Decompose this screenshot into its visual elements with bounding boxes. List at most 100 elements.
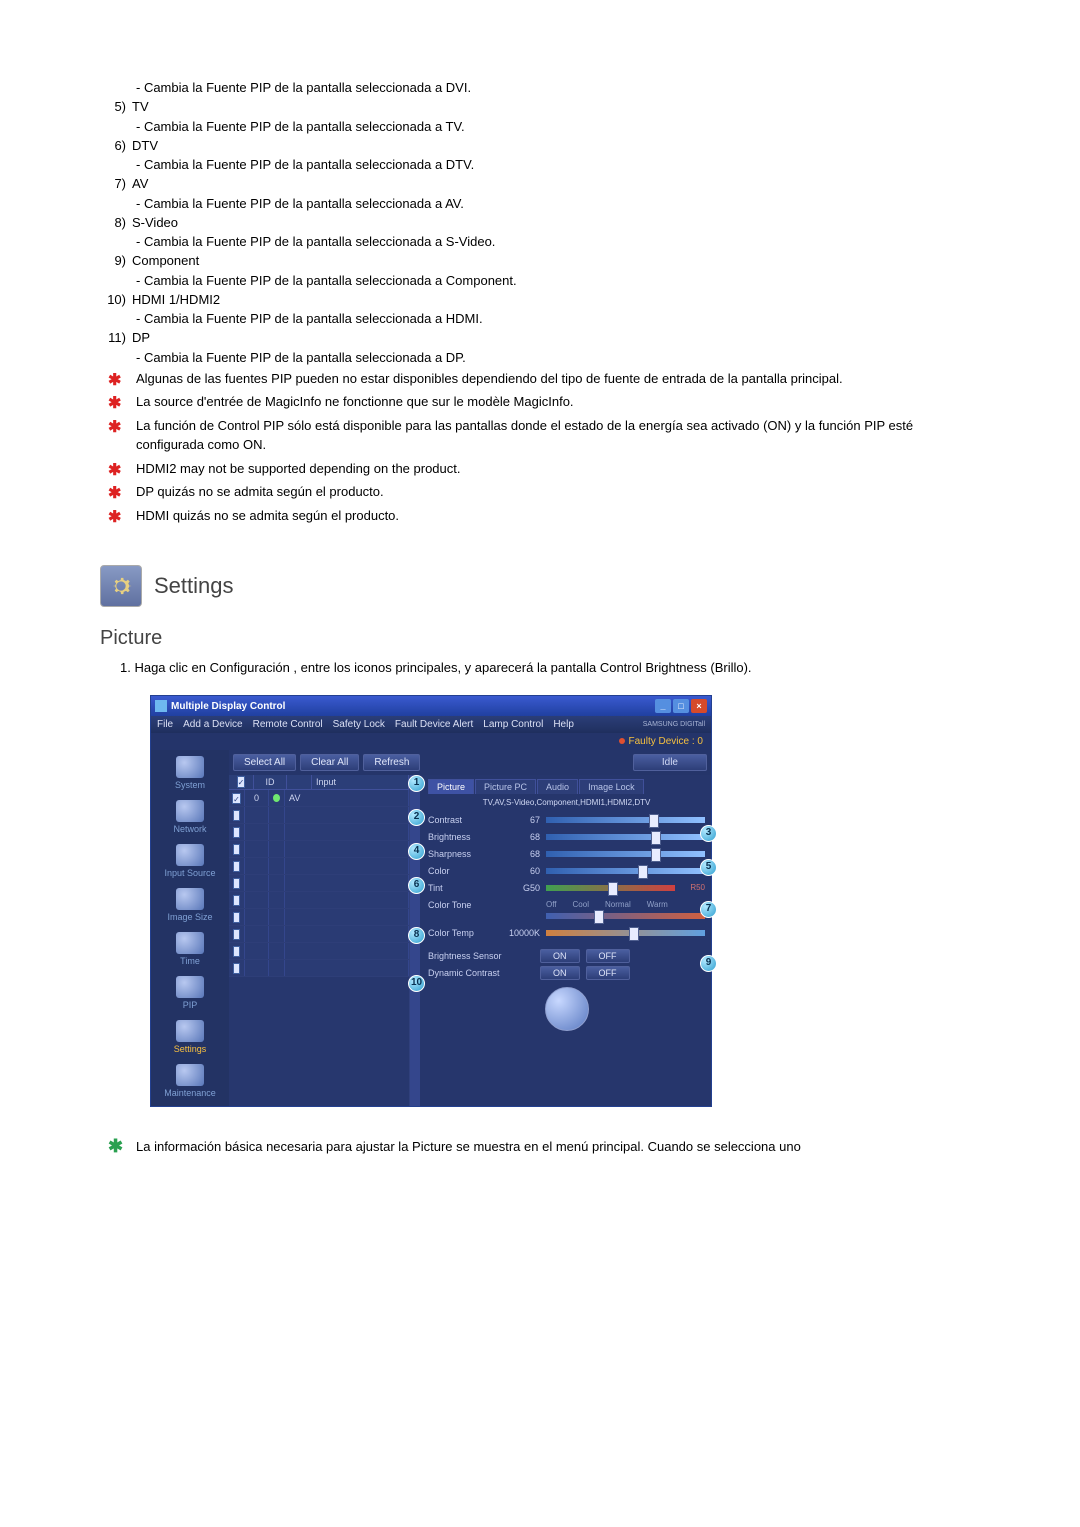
list-item: 11)DP — [100, 328, 980, 348]
status-dot-icon — [273, 794, 280, 802]
table-row[interactable]: 0 AV — [229, 790, 409, 807]
note: ✱La función de Control PIP sólo está dis… — [100, 416, 980, 455]
list-item: 8)S-Video — [100, 213, 980, 233]
callout-6: 6 — [408, 877, 425, 894]
callout-10: 10 — [408, 975, 425, 992]
app-icon — [155, 700, 167, 712]
sharpness-slider[interactable] — [546, 851, 705, 857]
callout-2: 2 — [408, 809, 425, 826]
color-temp-slider[interactable] — [546, 930, 705, 936]
menu-safety-lock[interactable]: Safety Lock — [333, 719, 385, 730]
menu-help[interactable]: Help — [553, 719, 574, 730]
callout-7: 7 — [700, 901, 717, 918]
faulty-device-row: Faulty Device : 0 — [151, 733, 711, 750]
brightness-sensor-row: Brightness Sensor ON OFF — [428, 947, 705, 964]
network-icon — [176, 800, 204, 822]
list-item: 6)DTV — [100, 136, 980, 156]
brightness-slider[interactable] — [546, 834, 705, 840]
section-title: Settings — [154, 573, 234, 599]
bsensor-off-button[interactable]: OFF — [586, 949, 630, 963]
enter-button[interactable] — [545, 987, 589, 1031]
clear-all-button[interactable]: Clear All — [300, 754, 359, 771]
image-size-icon — [176, 888, 204, 910]
sidebar-item-time[interactable]: Time — [159, 930, 221, 970]
minimize-button[interactable]: _ — [655, 699, 671, 713]
row-checkbox[interactable] — [232, 793, 241, 804]
select-all-button[interactable]: Select All — [233, 754, 296, 771]
item-description: - Cambia la Fuente PIP de la pantalla se… — [100, 196, 980, 211]
tone-warm[interactable]: Warm — [647, 900, 668, 909]
sidebar-item-input-source[interactable]: Input Source — [159, 842, 221, 882]
callout-3: 3 — [700, 825, 717, 842]
settings-icon — [100, 565, 142, 607]
sidebar-item-settings[interactable]: Settings — [159, 1018, 221, 1058]
refresh-button[interactable]: Refresh — [363, 754, 420, 771]
source-info-line: TV,AV,S-Video,Component,HDMI1,HDMI2,DTV — [428, 798, 705, 807]
note: ✱HDMI quizás no se admita según el produ… — [100, 506, 980, 526]
pip-icon — [176, 976, 204, 998]
star-icon: ✱ — [108, 459, 121, 483]
item-description: - Cambia la Fuente PIP de la pantalla se… — [100, 350, 980, 365]
window-titlebar: Multiple Display Control _ □ × — [151, 696, 711, 716]
input-source-icon — [176, 844, 204, 866]
menu-fault-alert[interactable]: Fault Device Alert — [395, 719, 473, 730]
tint-row: Tint G50 R50 — [428, 879, 705, 896]
color-row: Color 60 — [428, 862, 705, 879]
sidebar-item-maintenance[interactable]: Maintenance — [159, 1062, 221, 1102]
item-description: - Cambia la Fuente PIP de la pantalla se… — [100, 157, 980, 172]
tab-image-lock[interactable]: Image Lock — [579, 779, 644, 794]
sidebar-item-image-size[interactable]: Image Size — [159, 886, 221, 926]
contrast-row: Contrast 67 — [428, 811, 705, 828]
star-icon: ✱ — [108, 482, 121, 506]
color-temp-row: Color Temp 10000K — [428, 924, 705, 941]
star-icon: ✱ — [108, 506, 121, 530]
tone-normal[interactable]: Normal — [605, 900, 631, 909]
item-description: - Cambia la Fuente PIP de la pantalla se… — [100, 80, 980, 95]
tab-picture-pc[interactable]: Picture PC — [475, 779, 536, 794]
item-description: - Cambia la Fuente PIP de la pantalla se… — [100, 234, 980, 249]
menubar: File Add a Device Remote Control Safety … — [151, 716, 711, 733]
menu-remote-control[interactable]: Remote Control — [253, 719, 323, 730]
contrast-slider[interactable] — [546, 817, 705, 823]
list-item: 10)HDMI 1/HDMI2 — [100, 290, 980, 310]
callout-5: 5 — [700, 859, 717, 876]
list-item: 7)AV — [100, 174, 980, 194]
tone-off[interactable]: Off — [546, 900, 557, 909]
color-tone-slider[interactable] — [546, 913, 705, 919]
dcontrast-off-button[interactable]: OFF — [586, 966, 630, 980]
bsensor-on-button[interactable]: ON — [540, 949, 580, 963]
brand-label: SAMSUNG DIGITall — [643, 721, 705, 728]
star-icon: ✱ — [108, 392, 121, 416]
tone-cool[interactable]: Cool — [573, 900, 589, 909]
brightness-row: Brightness 68 — [428, 828, 705, 845]
sharpness-row: Sharpness 68 — [428, 845, 705, 862]
item-description: - Cambia la Fuente PIP de la pantalla se… — [100, 273, 980, 288]
device-grid: ID Input 0 AV — [229, 775, 410, 1106]
sidebar-item-system[interactable]: System — [159, 754, 221, 794]
grid-header-status — [287, 775, 312, 789]
sidebar-item-pip[interactable]: PIP — [159, 974, 221, 1014]
tint-slider[interactable] — [546, 885, 675, 891]
maximize-button[interactable]: □ — [673, 699, 689, 713]
grid-header-check[interactable] — [229, 775, 254, 789]
dcontrast-on-button[interactable]: ON — [540, 966, 580, 980]
callout-1: 1 — [408, 775, 425, 792]
note: ✱HDMI2 may not be supported depending on… — [100, 459, 980, 479]
menu-file[interactable]: File — [157, 719, 173, 730]
star-icon: ✱ — [108, 416, 121, 440]
menu-add-device[interactable]: Add a Device — [183, 719, 242, 730]
mdc-window: Multiple Display Control _ □ × File Add … — [150, 695, 712, 1107]
dynamic-contrast-row: Dynamic Contrast ON OFF — [428, 964, 705, 981]
color-slider[interactable] — [546, 868, 705, 874]
callout-9: 9 — [700, 955, 717, 972]
tab-picture[interactable]: Picture — [428, 779, 474, 794]
grid-header-input: Input — [312, 775, 409, 789]
close-button[interactable]: × — [691, 699, 707, 713]
menu-lamp-control[interactable]: Lamp Control — [483, 719, 543, 730]
star-icon: ✱ — [108, 369, 121, 393]
list-item: 5)TV — [100, 97, 980, 117]
tab-audio[interactable]: Audio — [537, 779, 578, 794]
list-item: 9)Component — [100, 251, 980, 271]
sidebar-item-network[interactable]: Network — [159, 798, 221, 838]
settings-sidebar-icon — [176, 1020, 204, 1042]
